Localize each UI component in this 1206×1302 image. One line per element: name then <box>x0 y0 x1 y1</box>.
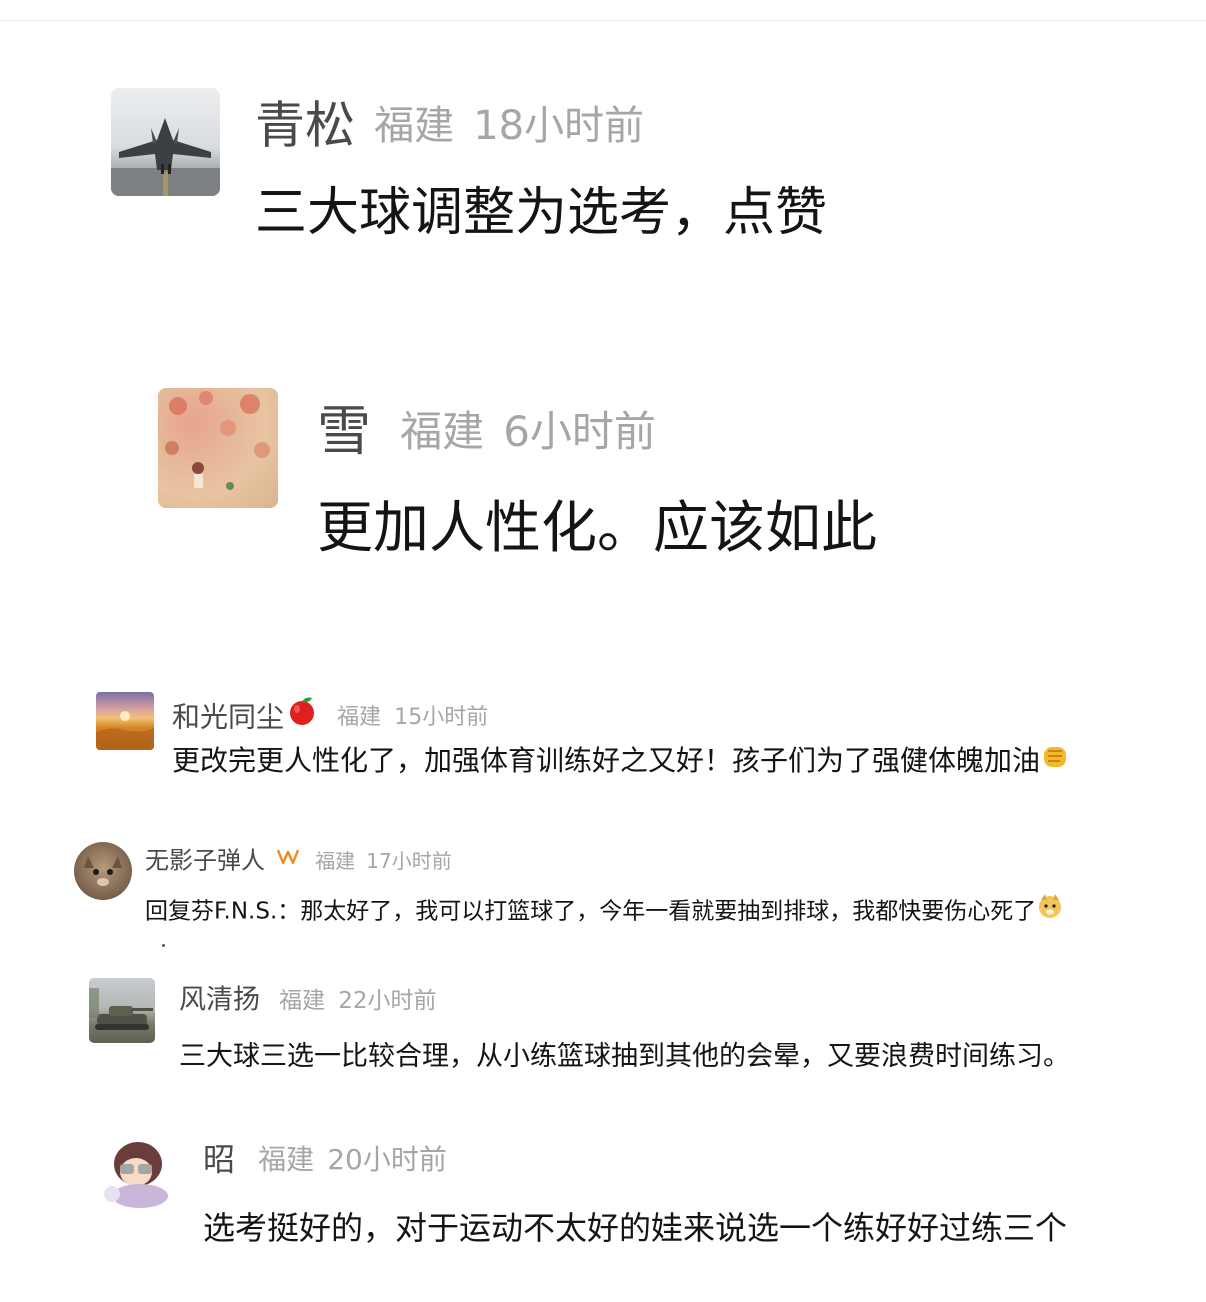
top-divider <box>0 20 1206 21</box>
doge-emoji <box>1036 892 1064 932</box>
location-label: 福建 <box>400 406 485 456</box>
comment-text-body: 回复芬F.N.S.：那太好了，我可以打篮球了，今年一看就要抽到排球，我都快要伤心… <box>145 898 1037 925</box>
cartoon-girl-avatar[interactable] <box>98 1136 176 1212</box>
comment-text: 更加人性化。应该如此 <box>317 496 877 561</box>
comment-text: 选考挺好的，对于运动不太好的娃来说选一个练好好过练三个 <box>203 1209 1068 1247</box>
username[interactable]: 和光同尘 <box>172 701 284 734</box>
timestamp: 15小时前 <box>394 704 489 730</box>
tank-avatar[interactable] <box>89 978 155 1043</box>
username[interactable]: 无影子弹人 <box>145 847 265 875</box>
cat-avatar[interactable] <box>74 842 132 900</box>
comment-meta: 风清扬 福建 22小时前 <box>179 980 436 1020</box>
comment-meta: 无影子弹人 福建 17小时前 <box>145 842 452 878</box>
orchard-painting-avatar[interactable] <box>158 388 278 508</box>
orange-w-badge <box>276 843 300 879</box>
comment-meta: 雪 福建 6小时前 <box>317 400 656 462</box>
location-label: 福建 <box>279 987 326 1014</box>
location-label: 福建 <box>337 704 382 730</box>
comment-text-body: 更改完更人性化了，加强体育训练好之又好！孩子们为了强健体魄加油 <box>172 744 1041 777</box>
comment-text: 回复芬F.N.S.：那太好了，我可以打篮球了，今年一看就要抽到排球，我都快要伤心… <box>145 892 1064 932</box>
apple-emoji <box>286 694 318 741</box>
comment-meta: 昭 福建 20小时前 <box>203 1136 447 1182</box>
timestamp: 18小时前 <box>473 102 645 149</box>
comment-text: 更改完更人性化了，加强体育训练好之又好！孩子们为了强健体魄加油 <box>172 738 1070 785</box>
username[interactable]: 风清扬 <box>179 985 260 1016</box>
timestamp: 6小时前 <box>503 406 656 456</box>
comment-meta: 和光同尘 福建 15小时前 <box>172 694 488 734</box>
location-label: 福建 <box>315 848 356 873</box>
username[interactable]: 昭 <box>203 1141 235 1179</box>
username[interactable]: 青松 <box>255 97 355 155</box>
comment-text: 三大球三选一比较合理，从小练篮球抽到其他的会晕，又要浪费时间练习。 <box>179 1041 1070 1072</box>
fighter-jet-avatar[interactable] <box>111 88 220 196</box>
timestamp: 20小时前 <box>327 1142 447 1176</box>
fist-emoji <box>1040 739 1070 785</box>
wheat-field-sunset-avatar[interactable] <box>96 692 154 750</box>
divider-dot <box>162 944 165 947</box>
comment-text: 三大球调整为选考，点赞 <box>255 183 828 243</box>
comment-meta: 青松 福建 18小时前 <box>255 94 644 156</box>
timestamp: 22小时前 <box>338 987 437 1014</box>
location-label: 福建 <box>258 1142 315 1176</box>
username[interactable]: 雪 <box>317 400 371 463</box>
location-label: 福建 <box>374 102 455 149</box>
timestamp: 17小时前 <box>366 848 452 873</box>
